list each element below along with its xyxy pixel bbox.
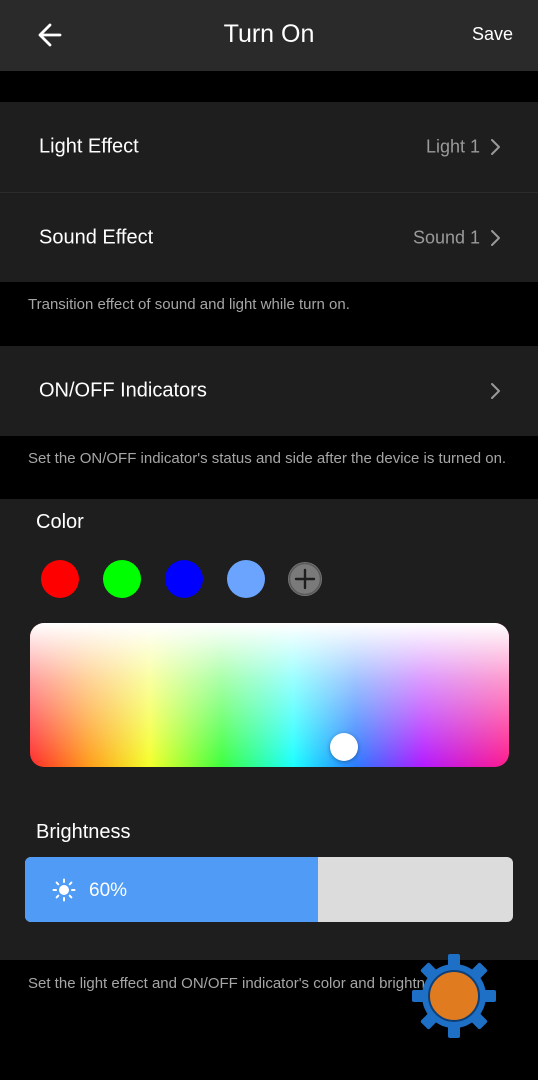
floating-settings-button[interactable]: [410, 952, 498, 1040]
sound-effect-value: Sound 1: [412, 227, 480, 247]
plus-icon: [288, 562, 322, 596]
light-effect-value: Light 1: [425, 136, 480, 157]
color-title: Color: [36, 511, 84, 533]
turn-on-screen: Turn On Save Light Effect Light 1 Sound …: [0, 0, 538, 1080]
swatch-red[interactable]: [41, 560, 79, 598]
swatch-green[interactable]: [103, 560, 141, 598]
header-bar: Turn On Save: [0, 0, 538, 71]
effects-hint: Transition effect of sound and light whi…: [28, 296, 350, 313]
color-palette[interactable]: [30, 623, 509, 767]
save-button[interactable]: Save: [472, 24, 513, 45]
light-effect-row[interactable]: Light Effect Light 1: [0, 102, 538, 192]
brightness-value: 60%: [89, 880, 128, 901]
chevron-right-icon: [491, 383, 500, 399]
gear-icon: [412, 954, 496, 1038]
palette-saturation-layer: [30, 623, 509, 767]
sound-effect-label: Sound Effect: [39, 226, 154, 248]
color-picker-handle[interactable]: [330, 733, 358, 761]
onoff-indicators-label: ON/OFF Indicators: [39, 379, 207, 402]
color-brightness-hint: Set the light effect and ON/OFF indicato…: [28, 975, 453, 992]
onoff-indicators-row[interactable]: ON/OFF Indicators: [0, 346, 538, 436]
sun-icon: [52, 878, 76, 902]
indicators-hint: Set the ON/OFF indicator's status and si…: [28, 450, 507, 467]
page-title: Turn On: [223, 20, 315, 48]
swatch-light-blue[interactable]: [227, 560, 265, 598]
add-color-button[interactable]: [288, 562, 322, 596]
light-effect-label: Light Effect: [39, 135, 139, 158]
brightness-title: Brightness: [36, 821, 131, 843]
chevron-right-icon: [491, 229, 500, 246]
chevron-right-icon: [491, 139, 500, 155]
swatch-blue[interactable]: [165, 560, 203, 598]
sound-effect-row[interactable]: Sound Effect Sound 1: [0, 193, 538, 282]
